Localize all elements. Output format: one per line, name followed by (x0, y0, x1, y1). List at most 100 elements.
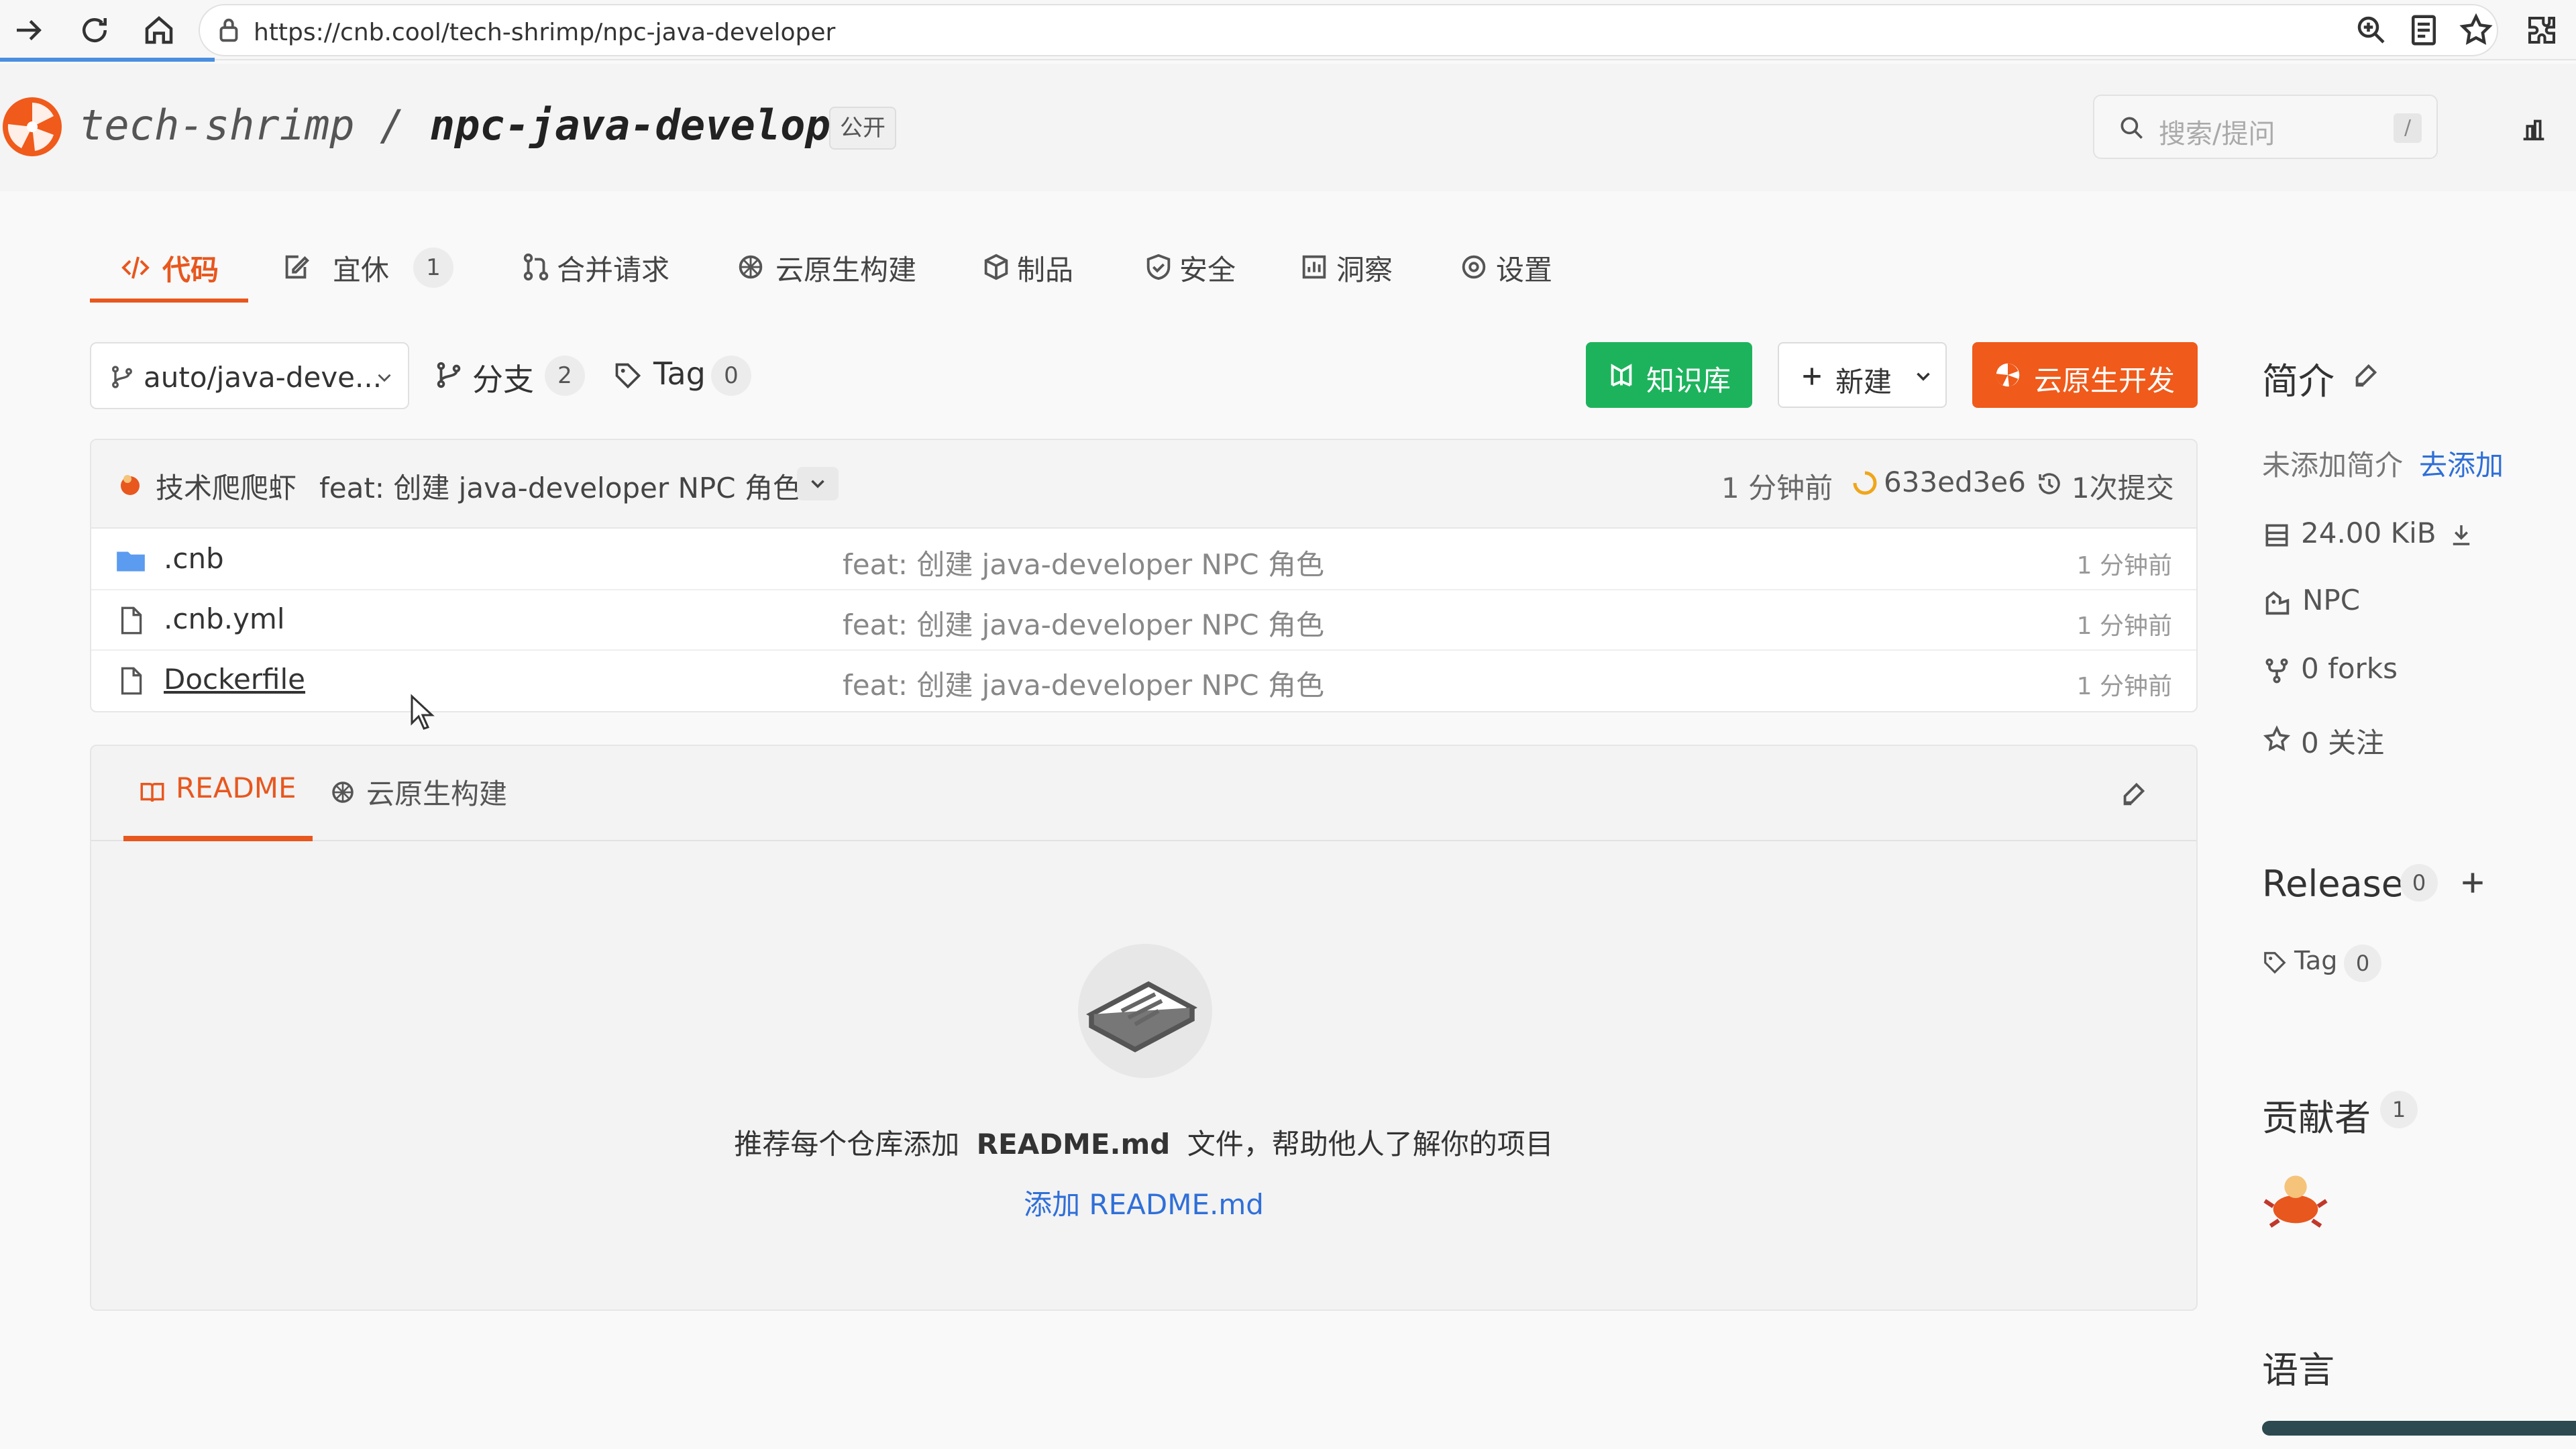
branch-icon (437, 362, 461, 388)
star-icon (2263, 725, 2291, 751)
address-bar[interactable]: https://cnb.cool/tech-shrimp/npc-java-de… (199, 4, 2498, 56)
npc-label[interactable]: NPC (2302, 584, 2360, 616)
repo-breadcrumb: tech-shrimp / npc-java-developer (79, 101, 880, 150)
build-icon (739, 255, 763, 279)
breadcrumb-separator: / (379, 101, 405, 150)
readme-tabs: README 云原生构建 (91, 746, 2196, 841)
repo-name-link[interactable]: npc-java-developer (430, 101, 881, 150)
tab-security[interactable]: 安全 (1143, 231, 1244, 305)
cloud-dev-icon (1996, 363, 2020, 387)
visibility-badge: 公开 (829, 107, 896, 150)
repo-owner-link[interactable]: tech-shrimp (79, 101, 355, 150)
new-label: 新建 (1835, 366, 1892, 398)
file-name[interactable]: .cnb (164, 542, 224, 575)
fork-icon (2265, 658, 2288, 684)
forward-icon[interactable] (11, 12, 47, 48)
tab-label: 云原生构建 (775, 254, 917, 286)
add-release-icon[interactable] (2458, 868, 2487, 898)
extensions-icon[interactable] (2524, 12, 2560, 48)
url-text: https://cnb.cool/tech-shrimp/npc-java-de… (254, 19, 836, 46)
edit-readme-icon[interactable] (2118, 778, 2149, 809)
commit-hash[interactable]: 633ed3e6 (1884, 466, 2026, 498)
tab-label: 洞察 (1336, 254, 1393, 286)
file-time: 1 分钟前 (2076, 673, 2172, 700)
tab-artifacts[interactable]: 制品 (981, 231, 1081, 305)
file-name[interactable]: .cnb.yml (164, 602, 285, 635)
readme-tab-label: README (176, 771, 297, 804)
knowledge-label: 知识库 (1646, 364, 1731, 397)
cloud-dev-button[interactable]: 云原生开发 (1972, 342, 2198, 408)
file-row[interactable]: Dockerfile feat: 创建 java-developer NPC 角… (91, 651, 2196, 711)
knowledge-base-button[interactable]: 知识库 (1586, 342, 1752, 408)
tab-label: 设置 (1496, 254, 1553, 286)
site-info-icon[interactable] (213, 15, 244, 46)
search-shortcut-key: / (2394, 113, 2422, 143)
sidebar-tag-label[interactable]: Tag (2294, 946, 2337, 975)
tab-readme-build[interactable]: 云原生构建 (329, 771, 530, 812)
file-icon (121, 667, 142, 695)
new-dropdown-button[interactable]: 新建 (1778, 342, 1947, 408)
watchers-count[interactable]: 0 关注 (2301, 720, 2384, 761)
branch-name: auto/java-deve... (144, 361, 382, 394)
tab-code[interactable]: 代码 (90, 231, 248, 305)
tab-insights[interactable]: 洞察 (1299, 231, 1399, 305)
edit-intro-icon[interactable] (2351, 360, 2381, 390)
commit-count-link[interactable]: 1次提交 (2072, 466, 2174, 506)
tab-label: 宜休 (333, 254, 390, 286)
cnb-logo-icon[interactable] (0, 95, 64, 159)
gear-icon (1462, 255, 1486, 279)
empty-readme-illustration (1078, 944, 1212, 1078)
file-row[interactable]: .cnb feat: 创建 java-developer NPC 角色 1 分钟… (91, 530, 2196, 590)
branch-selector[interactable]: auto/java-deve... (90, 342, 409, 409)
commit-message[interactable]: feat: 创建 java-developer NPC 角色 (319, 466, 801, 506)
add-intro-link[interactable]: 去添加 (2419, 443, 2504, 484)
file-name[interactable]: Dockerfile (164, 663, 305, 696)
file-row[interactable]: .cnb.yml feat: 创建 java-developer NPC 角色 … (91, 590, 2196, 651)
readme-hint-prefix: 推荐每个仓库添加 (734, 1128, 960, 1161)
status-pending-icon (1853, 471, 1877, 495)
file-icon (121, 606, 142, 635)
language-bar (2262, 1421, 2576, 1436)
reader-mode-icon[interactable] (2406, 12, 2442, 48)
build-tab-label: 云原生构建 (366, 777, 508, 810)
merge-icon (523, 253, 549, 281)
forks-count[interactable]: 0 forks (2301, 652, 2398, 685)
tab-readme[interactable]: README (138, 771, 306, 812)
tags-link[interactable]: Tag 0 (613, 349, 761, 402)
tab-settings[interactable]: 设置 (1458, 231, 1559, 305)
tab-label: 合并请求 (557, 254, 670, 286)
author-avatar[interactable] (114, 468, 146, 500)
latest-commit-bar: 技术爬爬虾 feat: 创建 java-developer NPC 角色 1 分… (91, 440, 2196, 529)
branch-icon (112, 366, 132, 388)
search-input[interactable]: 搜索/提问 / (2093, 95, 2438, 159)
file-commit-message[interactable]: feat: 创建 java-developer NPC 角色 (843, 542, 1324, 583)
add-readme-link[interactable]: 添加 README.md (1024, 1188, 1264, 1221)
layout-toggle-icon[interactable] (2518, 113, 2549, 144)
search-icon (2121, 117, 2143, 139)
contributors-heading: 贡献者 (2262, 1097, 2371, 1139)
tab-cloud-build[interactable]: 云原生构建 (735, 231, 950, 305)
chevron-down-icon (1917, 372, 1930, 381)
expand-commit-button[interactable] (797, 467, 839, 500)
book-icon (140, 783, 164, 802)
zoom-icon[interactable] (2353, 12, 2390, 48)
active-tab-indicator (123, 836, 313, 841)
tab-label: 代码 (162, 254, 219, 286)
file-commit-message[interactable]: feat: 创建 java-developer NPC 角色 (843, 663, 1324, 704)
contributor-avatar[interactable] (2262, 1167, 2329, 1234)
sidebar-tag-count-badge: 0 (2344, 945, 2381, 982)
tab-merge-requests[interactable]: 合并请求 (521, 231, 682, 305)
contributors-count-badge: 1 (2380, 1091, 2418, 1128)
tab-issues[interactable]: 宜休 1 (280, 231, 475, 305)
language-heading: 语言 (2262, 1349, 2334, 1391)
release-heading: Release (2262, 863, 2404, 905)
page-load-progress (0, 58, 215, 62)
shield-icon (1146, 254, 1171, 280)
reload-icon[interactable] (76, 12, 113, 48)
download-icon[interactable] (2447, 521, 2475, 549)
home-icon[interactable] (141, 12, 177, 48)
file-commit-message[interactable]: feat: 创建 java-developer NPC 角色 (843, 602, 1324, 643)
commit-author[interactable]: 技术爬爬虾 (156, 466, 297, 506)
bookmark-star-icon[interactable] (2458, 12, 2494, 48)
tags-label: Tag (653, 356, 706, 392)
